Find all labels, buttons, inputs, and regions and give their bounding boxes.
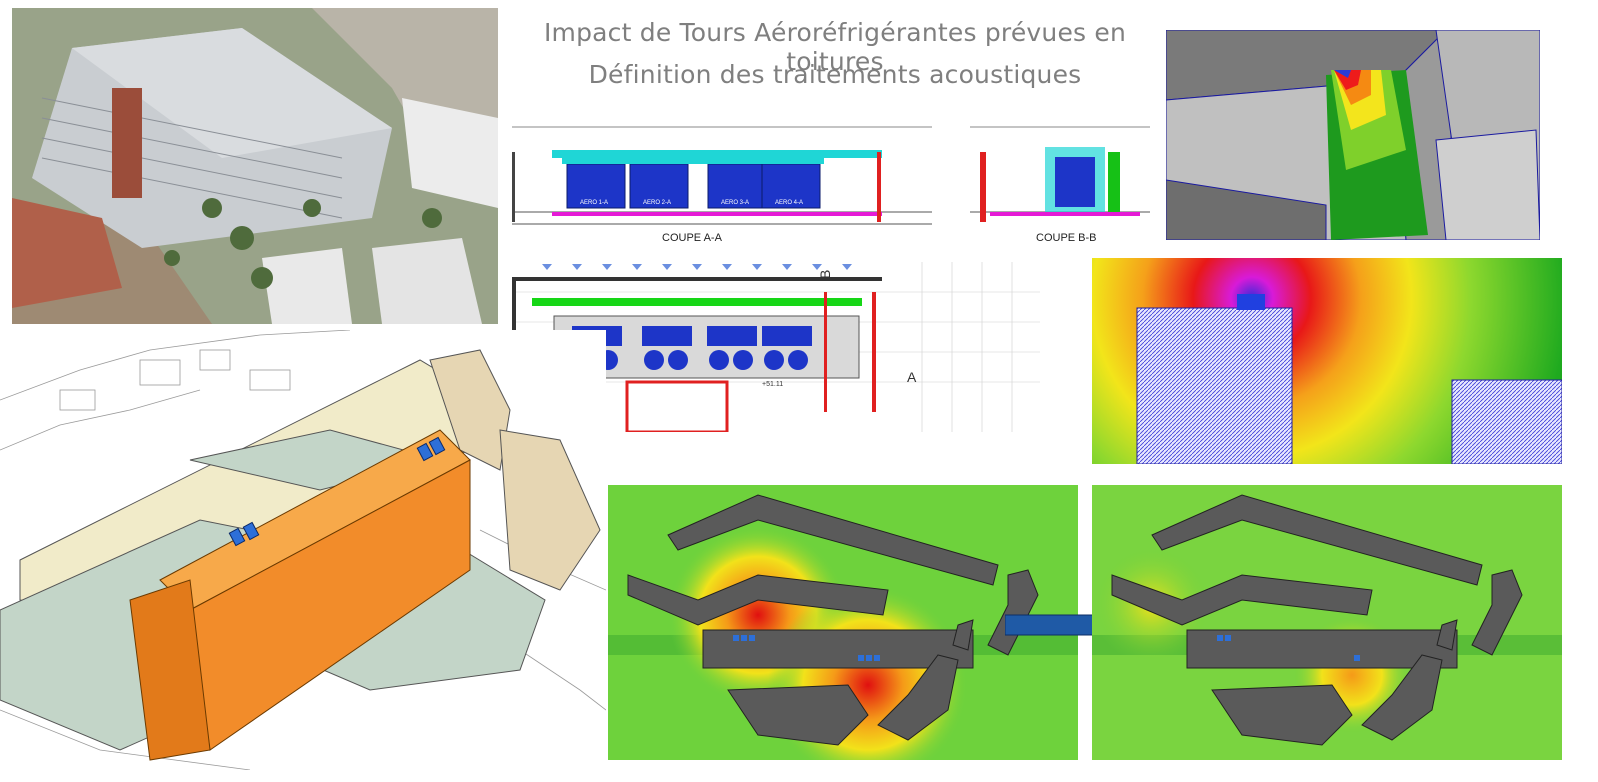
- section-drawing-bb: [970, 112, 1170, 247]
- section-marker-b: B: [817, 270, 833, 279]
- unit-label: AERO 2-A: [643, 200, 671, 206]
- caption-coupe-bb: COUPE B-B: [1036, 232, 1097, 244]
- section-drawing-aa: AERO 1-A AERO 2-A AERO 3-A AERO 4-A: [512, 112, 932, 247]
- unit-label: AERO 1-A: [580, 200, 608, 206]
- unit-label: AERO 3-A: [721, 200, 749, 206]
- plan-level-label: +51.11: [762, 381, 783, 388]
- aerial-photo: [12, 8, 498, 324]
- noise-section-map: [1092, 258, 1562, 464]
- acoustic-3d-view: [1166, 30, 1540, 240]
- caption-coupe-aa: COUPE A-A: [662, 232, 722, 244]
- massing-model-3d: [0, 330, 606, 770]
- section-marker-a: A: [907, 369, 917, 385]
- noise-map-after: [1092, 485, 1562, 760]
- unit-label: AERO 4-A: [775, 200, 803, 206]
- title-line-2: Définition des traitements acoustiques: [588, 60, 1082, 89]
